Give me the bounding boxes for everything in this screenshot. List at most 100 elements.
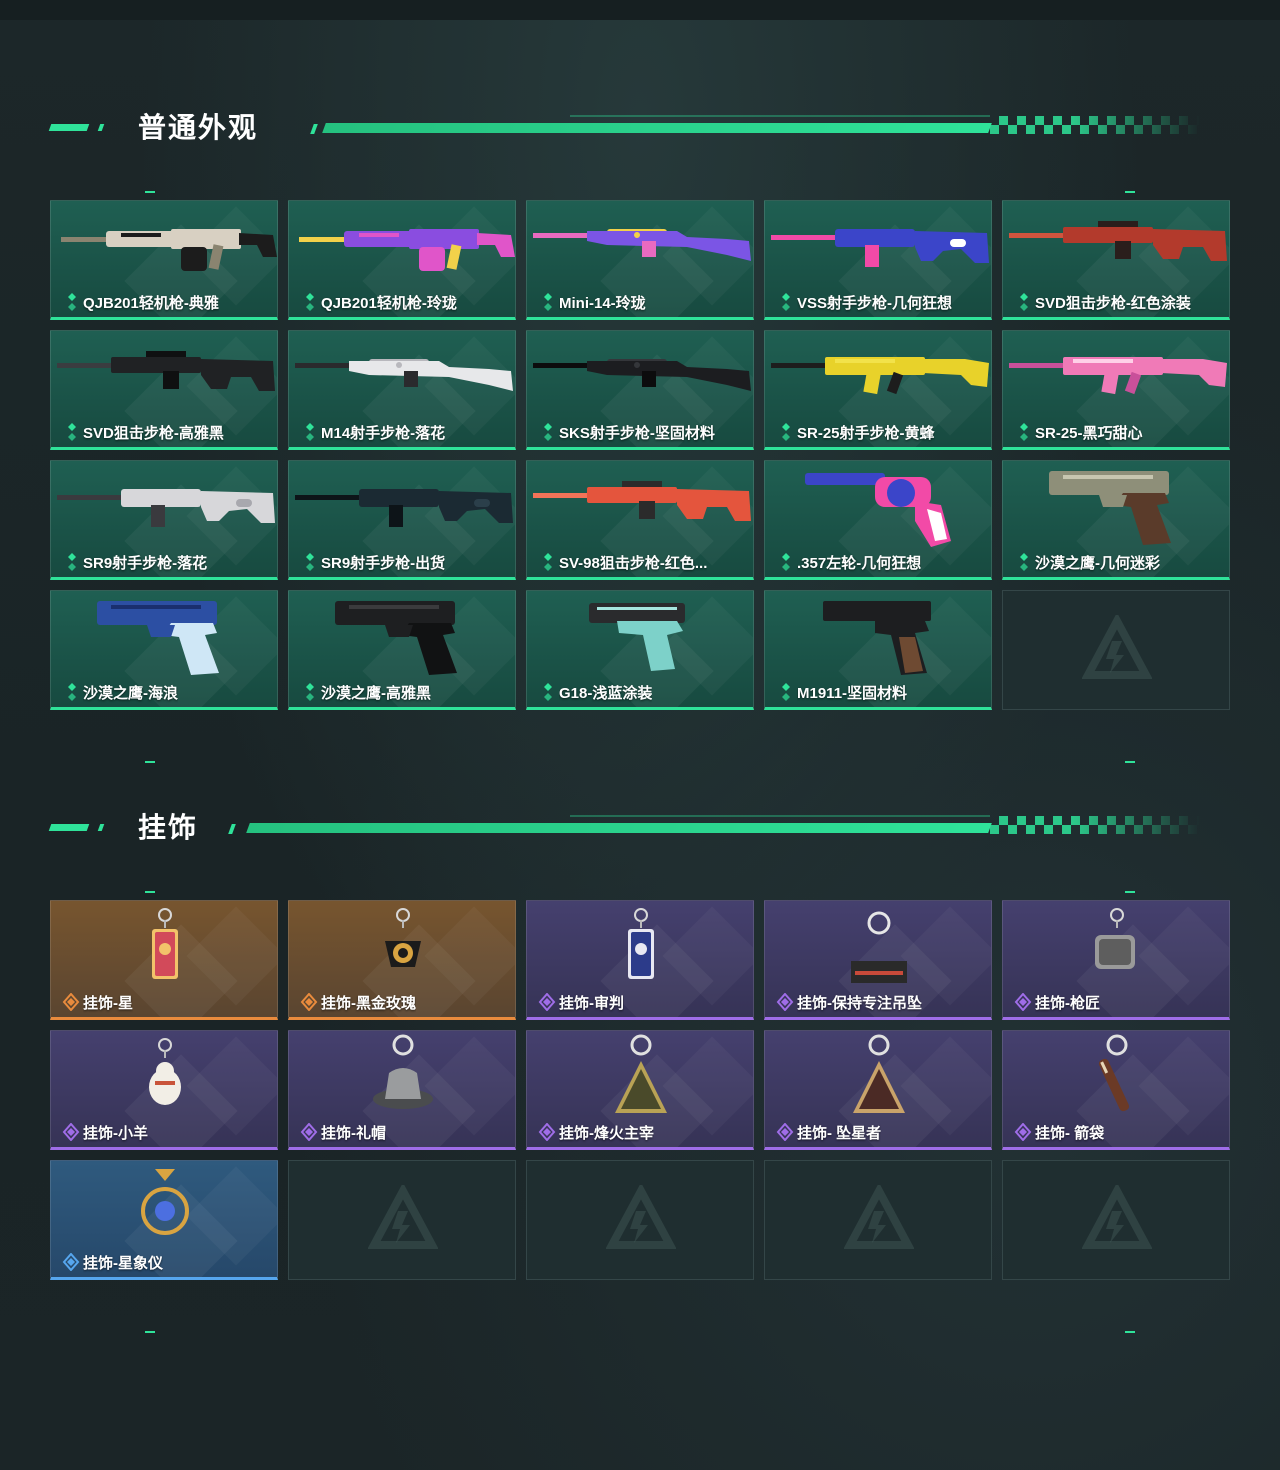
skin-card[interactable]: SR-25射手步枪-黄蜂 — [764, 330, 992, 450]
logo-emblem-icon — [1082, 1185, 1152, 1249]
item-label: SVD狙击步枪-高雅黑 — [83, 425, 224, 442]
section-title: 普通外观 — [138, 112, 259, 143]
item-label: QJB201轻机枪-典雅 — [83, 295, 219, 312]
rarity-diamond-icon — [1014, 993, 1032, 1011]
skin-card[interactable]: SR9射手步枪-出货 — [288, 460, 516, 580]
header-thin-line — [570, 115, 990, 117]
skin-card[interactable]: SVD狙击步枪-高雅黑 — [50, 330, 278, 450]
header-checker-pattern — [990, 816, 1200, 834]
header-dash — [97, 124, 105, 131]
skin-card[interactable]: QJB201轻机枪-玲珑 — [288, 200, 516, 320]
item-label: 挂饰- 箭袋 — [1035, 1125, 1105, 1142]
rarity-diamond-icon — [306, 423, 314, 441]
charm-image — [141, 1169, 189, 1235]
item-label: 挂饰-黑金玫瑰 — [321, 995, 416, 1012]
weapon-image — [805, 473, 951, 547]
charm-image — [853, 1034, 905, 1113]
item-label: SR-25射手步枪-黄蜂 — [797, 425, 935, 442]
logo-emblem-icon — [1082, 615, 1152, 679]
charm-card[interactable]: 挂饰-烽火主宰 — [526, 1030, 754, 1150]
skins-grid: QJB201轻机枪-典雅 QJB201轻机枪-玲珑 Mini-14-玲珑 VSS… — [50, 200, 1230, 710]
skin-card[interactable]: M14射手步枪-落花 — [288, 330, 516, 450]
header-bar — [322, 123, 992, 133]
empty-slot — [1002, 590, 1230, 710]
weapon-image — [1009, 221, 1227, 261]
skin-card[interactable]: 沙漠之鹰-海浪 — [50, 590, 278, 710]
rarity-diamond-icon — [300, 1123, 318, 1141]
charm-image — [152, 908, 178, 979]
weapon-image — [335, 601, 457, 675]
item-label: 挂饰-烽火主宰 — [559, 1125, 654, 1142]
item-label: 挂饰-审判 — [559, 995, 624, 1012]
rarity-diamond-icon — [538, 993, 556, 1011]
weapon-image — [1049, 471, 1171, 545]
skin-card[interactable]: M1911-坚固材料 — [764, 590, 992, 710]
skin-card[interactable]: SVD狙击步枪-红色涂装 — [1002, 200, 1230, 320]
corner-tick — [145, 761, 155, 763]
skin-card[interactable]: QJB201轻机枪-典雅 — [50, 200, 278, 320]
rarity-diamond-icon — [62, 1123, 80, 1141]
logo-emblem-icon — [606, 1185, 676, 1249]
charm-card[interactable]: 挂饰-审判 — [526, 900, 754, 1020]
skin-card[interactable]: Mini-14-玲珑 — [526, 200, 754, 320]
skin-card[interactable]: VSS射手步枪-几何狂想 — [764, 200, 992, 320]
charm-image — [615, 1034, 667, 1113]
charm-card[interactable]: 挂饰-星象仪 — [50, 1160, 278, 1280]
skin-card[interactable]: 沙漠之鹰-高雅黑 — [288, 590, 516, 710]
skin-card[interactable]: SKS射手步枪-坚固材料 — [526, 330, 754, 450]
weapon-image — [1009, 357, 1227, 395]
rarity-diamond-icon — [1020, 293, 1028, 311]
rarity-diamond-icon — [68, 553, 76, 571]
header-dash — [48, 824, 90, 831]
charm-card[interactable]: 挂饰-黑金玫瑰 — [288, 900, 516, 1020]
charm-card[interactable]: 挂饰-礼帽 — [288, 1030, 516, 1150]
rarity-diamond-icon — [68, 683, 76, 701]
weapon-image — [771, 357, 989, 395]
weapon-image — [295, 489, 513, 527]
weapon-image — [97, 601, 219, 675]
item-label: M14射手步枪-落花 — [321, 425, 446, 442]
charm-card[interactable]: 挂饰-枪匠 — [1002, 900, 1230, 1020]
header-checker-pattern — [990, 116, 1200, 134]
corner-tick — [1125, 1331, 1135, 1333]
rarity-diamond-icon — [544, 293, 552, 311]
rarity-diamond-icon — [62, 993, 80, 1011]
weapon-image — [771, 229, 989, 267]
rarity-diamond-icon — [1020, 553, 1028, 571]
item-label: SVD狙击步枪-红色涂装 — [1035, 295, 1191, 312]
charm-image — [1095, 908, 1135, 969]
skin-card[interactable]: SR9射手步枪-落花 — [50, 460, 278, 580]
charm-card[interactable]: 挂饰- 坠星者 — [764, 1030, 992, 1150]
header-tick — [310, 124, 318, 134]
corner-tick — [1125, 191, 1135, 193]
charm-image — [373, 1034, 433, 1109]
item-label: 挂饰-保持专注吊坠 — [797, 995, 922, 1012]
top-bar — [0, 0, 1280, 20]
empty-slot — [764, 1160, 992, 1280]
charm-card[interactable]: 挂饰-保持专注吊坠 — [764, 900, 992, 1020]
skin-card[interactable]: .357左轮-几何狂想 — [764, 460, 992, 580]
skin-card[interactable]: G18-浅蓝涂装 — [526, 590, 754, 710]
charm-card[interactable]: 挂饰-星 — [50, 900, 278, 1020]
item-label: M1911-坚固材料 — [797, 685, 908, 702]
item-label: 挂饰-礼帽 — [321, 1125, 386, 1142]
item-label: Mini-14-玲珑 — [559, 295, 646, 312]
charm-card[interactable]: 挂饰- 箭袋 — [1002, 1030, 1230, 1150]
item-label: G18-浅蓝涂装 — [559, 685, 653, 702]
rarity-diamond-icon — [544, 423, 552, 441]
corner-tick — [1125, 761, 1135, 763]
skin-card[interactable]: SV-98狙击步枪-红色... — [526, 460, 754, 580]
empty-slot — [526, 1160, 754, 1280]
item-label: 挂饰-星象仪 — [83, 1255, 163, 1272]
empty-slot — [1002, 1160, 1230, 1280]
charm-card[interactable]: 挂饰-小羊 — [50, 1030, 278, 1150]
rarity-diamond-icon — [782, 553, 790, 571]
rarity-diamond-icon — [1014, 1123, 1032, 1141]
rarity-diamond-icon — [306, 293, 314, 311]
item-label: SR-25-黑巧甜心 — [1035, 425, 1143, 442]
corner-tick — [145, 891, 155, 893]
charms-grid: 挂饰-星 挂饰-黑金玫瑰 挂饰-审判 挂饰-保持专注吊坠 挂饰-枪匠 挂饰-小羊… — [50, 900, 1230, 1280]
item-label: 沙漠之鹰-几何迷彩 — [1035, 555, 1160, 572]
skin-card[interactable]: SR-25-黑巧甜心 — [1002, 330, 1230, 450]
skin-card[interactable]: 沙漠之鹰-几何迷彩 — [1002, 460, 1230, 580]
